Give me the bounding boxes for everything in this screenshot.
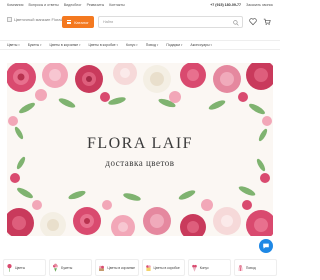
top-nav: Компания Вопросы и ответы Видеоблог Рекв… — [7, 3, 125, 7]
basket-icon — [99, 265, 105, 271]
top-nav-link-company[interactable]: Компания — [7, 3, 23, 7]
chat-button[interactable] — [259, 239, 273, 253]
chat-icon — [263, 243, 269, 249]
category-card-cone[interactable]: Конус — [187, 259, 231, 276]
category-card-label: Цветы — [15, 265, 26, 270]
category-card-flowers-in-box[interactable]: Цветы в коробке — [141, 259, 185, 276]
callback-link[interactable]: Заказать звонок — [246, 3, 273, 7]
cart-icon[interactable] — [263, 17, 271, 26]
category-nav-item-flowers[interactable]: Цветы — [7, 43, 20, 47]
header: Цветочный магазин FloraLif Каталог Найти — [0, 12, 280, 34]
hero-banner[interactable]: FLORA LAIF доставка цветов — [7, 63, 273, 236]
category-card-label: Цветы в коробке — [153, 265, 180, 270]
category-nav-item-flowers-in-box[interactable]: Цветы в коробке — [89, 43, 118, 47]
logo-alt-text: Цветочный магазин FloraLif — [14, 17, 65, 22]
category-nav-item-cone[interactable]: Конус — [126, 43, 138, 47]
category-card-label: Цветы в корзинке — [107, 265, 136, 270]
logo[interactable]: Цветочный магазин FloraLif — [7, 17, 65, 22]
search-input[interactable]: Найти — [98, 16, 243, 28]
category-card-label: Конус — [199, 265, 209, 270]
menu-icon — [67, 20, 72, 24]
search-placeholder: Найти — [103, 20, 114, 24]
category-card-label: Букеты — [61, 265, 73, 270]
category-card-bouquets[interactable]: Букеты — [49, 259, 93, 276]
occasion-icon — [238, 265, 243, 271]
phone-number[interactable]: +7 (915) 180-09-77 — [210, 3, 241, 7]
top-right: +7 (915) 180-09-77 Заказать звонок — [210, 3, 273, 7]
category-card-flowers-in-basket[interactable]: Цветы в корзинке — [95, 259, 139, 276]
cone-icon — [191, 264, 197, 272]
box-icon — [145, 265, 151, 271]
category-card-flowers[interactable]: Цветы — [3, 259, 47, 276]
top-nav-link-videoblog[interactable]: Видеоблог — [64, 3, 82, 7]
category-nav: Цветы Букеты Цветы в корзинке Цветы в ко… — [0, 40, 280, 50]
top-nav-link-requisites[interactable]: Реквизиты — [87, 3, 105, 7]
category-nav-item-occasion[interactable]: Повод — [146, 43, 159, 47]
category-cards: Цветы Букеты Цветы в корзинке Цветы в ко… — [0, 259, 280, 279]
catalog-button[interactable]: Каталог — [62, 16, 94, 28]
category-card-label: Повод — [245, 265, 256, 270]
category-nav-item-flowers-in-basket[interactable]: Цветы в корзинке — [50, 43, 81, 47]
top-bar: Компания Вопросы и ответы Видеоблог Рекв… — [0, 0, 280, 10]
category-nav-item-accessories[interactable]: Аксессуары — [190, 43, 212, 47]
category-card-occasion[interactable]: Повод — [233, 259, 278, 276]
broken-image-icon — [7, 17, 12, 22]
top-nav-link-contacts[interactable]: Контакты — [109, 3, 125, 7]
banner-subtitle: доставка цветов — [105, 158, 175, 168]
bouquet-icon — [53, 263, 59, 272]
search-icon[interactable] — [233, 19, 239, 26]
heart-icon[interactable] — [249, 17, 257, 26]
banner-title: FLORA LAIF — [86, 135, 194, 152]
top-nav-link-faq[interactable]: Вопросы и ответы — [28, 3, 58, 7]
category-nav-item-gifts[interactable]: Подарки — [166, 43, 182, 47]
header-icons — [249, 17, 271, 26]
catalog-button-label: Каталог — [74, 19, 89, 25]
flower-icon — [7, 264, 12, 272]
category-nav-item-bouquets[interactable]: Букеты — [28, 43, 42, 47]
